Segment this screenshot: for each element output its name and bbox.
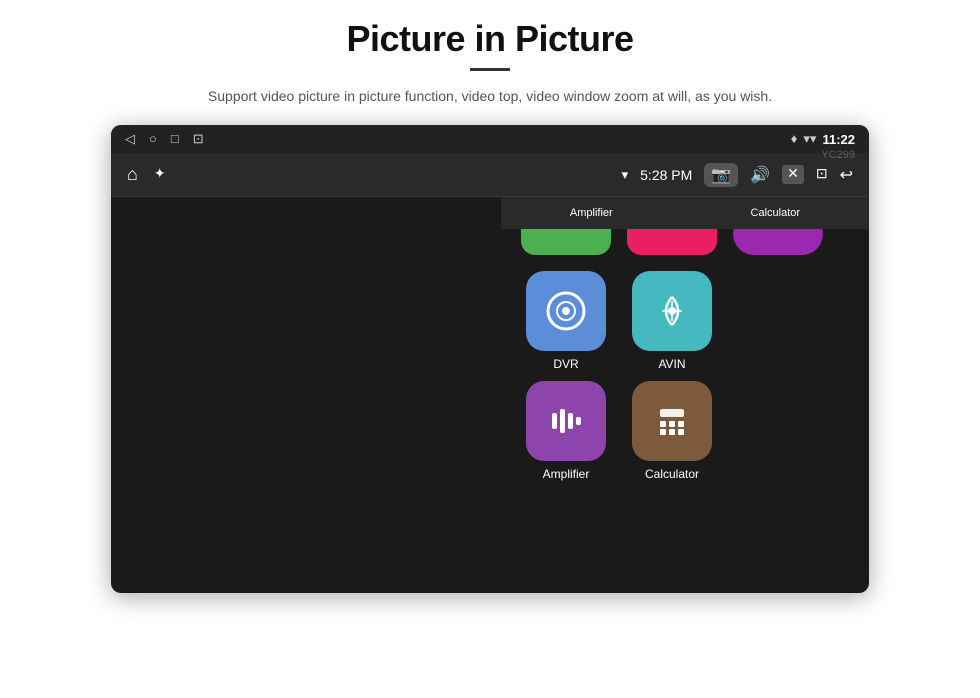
amplifier-svg-icon: [544, 399, 588, 443]
usb-icon: ✦: [154, 166, 166, 183]
home-nav-icon[interactable]: ⌂: [127, 164, 138, 185]
camera-icon[interactable]: 📷: [704, 163, 738, 187]
avin-icon-box: [632, 271, 712, 351]
status-time: 11:22: [822, 132, 855, 147]
app-item-avin[interactable]: AVIN: [627, 271, 717, 371]
amplifier-icon-box: [526, 381, 606, 461]
dvr-icon-box: [526, 271, 606, 351]
app-item-calculator[interactable]: Calculator: [627, 381, 717, 481]
nav-bar: ⌂ ✦ ▾ 5:28 PM 📷 🔊 ✕ ⊡ ↩: [111, 153, 869, 197]
amplifier-label: Amplifier: [543, 467, 590, 481]
close-nav-icon[interactable]: ✕: [782, 165, 804, 184]
volume-icon[interactable]: 🔊: [750, 165, 770, 185]
dvr-label: DVR: [553, 357, 578, 371]
apps-bottom-labels: Amplifier Calculator: [501, 197, 869, 229]
apps-row-1: DVR AVIN: [521, 271, 849, 371]
nav-bar-right: ▾ 5:28 PM 📷 🔊 ✕ ⊡ ↩: [622, 163, 853, 187]
screenshot-icon[interactable]: ⊡: [193, 131, 204, 147]
status-bar-right: ♦ ▾▾ 11:22: [791, 131, 855, 147]
android-status-bar: ◁ ○ □ ⊡ ♦ ▾▾ 11:22: [111, 125, 869, 153]
location-icon: ♦: [791, 131, 798, 147]
status-bar-left: ◁ ○ □ ⊡: [125, 131, 204, 147]
app-item-amplifier[interactable]: Amplifier: [521, 381, 611, 481]
wifi-icon: ▾: [622, 167, 629, 183]
apps-grid: DVR AVIN: [501, 197, 869, 229]
calculator-svg-icon: [650, 399, 694, 443]
signal-icon: ▾▾: [803, 131, 816, 147]
amplifier-bottom-label: Amplifier: [570, 207, 613, 219]
page-wrapper: Picture in Picture Support video picture…: [0, 0, 980, 698]
recents-icon[interactable]: □: [171, 131, 179, 147]
back-nav-icon[interactable]: ↩: [840, 165, 853, 185]
apps-row-2: Amplifier: [521, 381, 849, 481]
avin-label: AVIN: [658, 357, 685, 371]
app-item-dvr[interactable]: DVR: [521, 271, 611, 371]
device-frame: ◁ ○ □ ⊡ ♦ ▾▾ 11:22 ⌂ ✦ ▾ 5:28 PM 📷 🔊: [111, 125, 869, 593]
home-icon[interactable]: ○: [149, 131, 157, 147]
calculator-icon-box: [632, 381, 712, 461]
dvr-svg-icon: [544, 289, 588, 333]
nav-time: 5:28 PM: [640, 167, 692, 183]
avin-svg-icon: [650, 289, 694, 333]
nav-bar-left: ⌂ ✦: [127, 164, 166, 185]
page-title: Picture in Picture: [346, 18, 633, 60]
calculator-label: Calculator: [645, 467, 699, 481]
watermark: YC299: [821, 149, 855, 161]
page-subtitle: Support video picture in picture functio…: [208, 85, 772, 107]
calculator-bottom-label: Calculator: [751, 207, 801, 219]
pip-icon[interactable]: ⊡: [816, 166, 828, 183]
back-icon[interactable]: ◁: [125, 131, 135, 147]
title-divider: [470, 68, 510, 71]
